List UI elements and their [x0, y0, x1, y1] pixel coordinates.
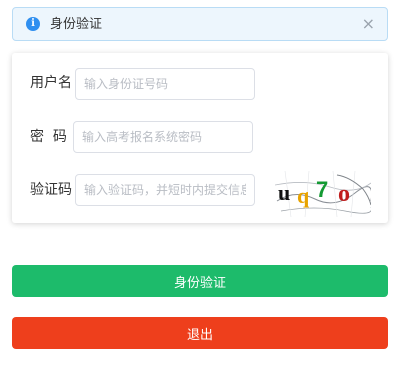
captcha-char-3: 7 — [316, 177, 328, 202]
captcha-input[interactable] — [75, 174, 255, 206]
password-label: 密 码 — [30, 129, 67, 145]
password-input[interactable] — [73, 121, 253, 153]
verify-button[interactable]: 身份验证 — [12, 265, 388, 297]
close-icon[interactable]: × — [362, 15, 375, 33]
captcha-image[interactable]: u q 7 o — [275, 171, 371, 217]
verification-form: 用户名 密 码 验证码 u q 7 o — [12, 53, 388, 223]
alert-text: 身份验证 — [50, 17, 103, 32]
captcha-char-4: o — [338, 181, 350, 207]
exit-button[interactable]: 退出 — [12, 317, 388, 349]
username-input[interactable] — [75, 68, 255, 100]
info-icon: i — [26, 17, 40, 31]
captcha-char-1: u — [278, 180, 290, 205]
info-alert: i 身份验证 × — [12, 7, 388, 41]
captcha-label: 验证码 — [30, 182, 72, 198]
username-label: 用户名 — [30, 75, 72, 91]
captcha-char-2: q — [297, 183, 310, 208]
